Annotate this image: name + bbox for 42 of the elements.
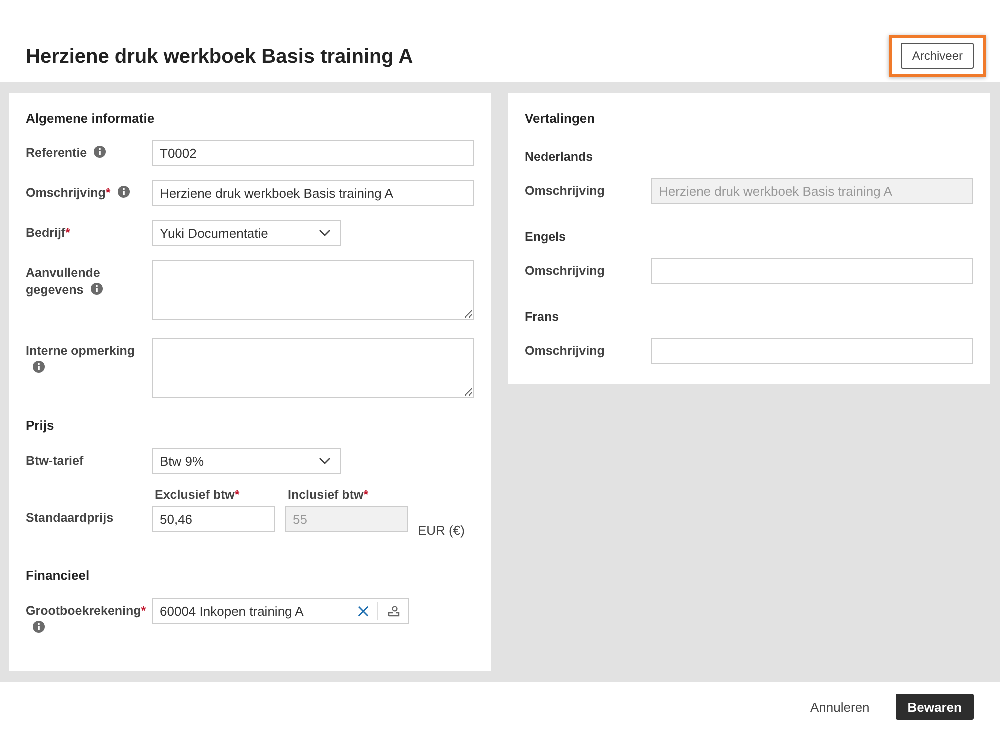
- cancel-button[interactable]: Annuleren: [804, 698, 876, 716]
- info-icon[interactable]: [94, 146, 106, 158]
- field-label: Bedrijf*: [26, 226, 70, 240]
- dropdown[interactable]: Btw 9%: [152, 448, 341, 474]
- section-heading: Algemene informatie: [26, 111, 156, 126]
- field-label: Omschrijving: [525, 184, 605, 198]
- text-field[interactable]: T0002: [152, 140, 474, 166]
- currency-label: EUR (€): [418, 523, 465, 538]
- field-label: Omschrijving*: [26, 186, 130, 200]
- field-label: Omschrijving: [525, 344, 605, 358]
- field-label: Interne opmerking: [26, 344, 136, 375]
- chevron-down-icon: [319, 457, 331, 465]
- dropdown[interactable]: Yuki Documentatie: [152, 220, 341, 246]
- language-heading: Nederlands: [525, 150, 594, 164]
- info-icon[interactable]: [33, 621, 45, 633]
- clear-icon[interactable]: [358, 606, 369, 616]
- info-icon[interactable]: [90, 283, 103, 295]
- section-heading: Vertalingen: [525, 111, 596, 126]
- price-field[interactable]: 50,46: [152, 506, 275, 532]
- info-icon[interactable]: [33, 361, 45, 373]
- language-heading: Engels: [525, 230, 567, 244]
- section-heading: Prijs: [26, 418, 56, 433]
- lookup-icon[interactable]: [388, 605, 400, 617]
- field-label: Btw-tarief: [26, 454, 84, 468]
- field-label: Inclusief btw*: [287, 488, 370, 502]
- field-label: Exclusief btw*: [154, 488, 241, 502]
- field-label: Standaardprijs: [26, 511, 114, 525]
- archive-button[interactable]: Archiveer: [901, 43, 974, 69]
- text-field[interactable]: [651, 338, 973, 364]
- save-button[interactable]: Bewaren: [896, 694, 974, 720]
- chevron-down-icon: [319, 229, 331, 237]
- field-label: Omschrijving: [525, 264, 605, 278]
- page-title: Herziene druk werkboek Basis training A: [26, 46, 414, 69]
- text-field[interactable]: [651, 258, 973, 284]
- field-label: Grootboekrekening*: [26, 604, 146, 635]
- info-icon[interactable]: [118, 186, 130, 198]
- language-heading: Frans: [525, 310, 560, 324]
- account-field[interactable]: 60004 Inkopen training A: [152, 598, 409, 624]
- field-label: Referentie: [26, 146, 106, 160]
- text-field[interactable]: Herziene druk werkboek Basis training A: [152, 180, 474, 206]
- section-heading: Financieel: [26, 568, 91, 583]
- field-label: Aanvullende gegevens: [26, 266, 103, 297]
